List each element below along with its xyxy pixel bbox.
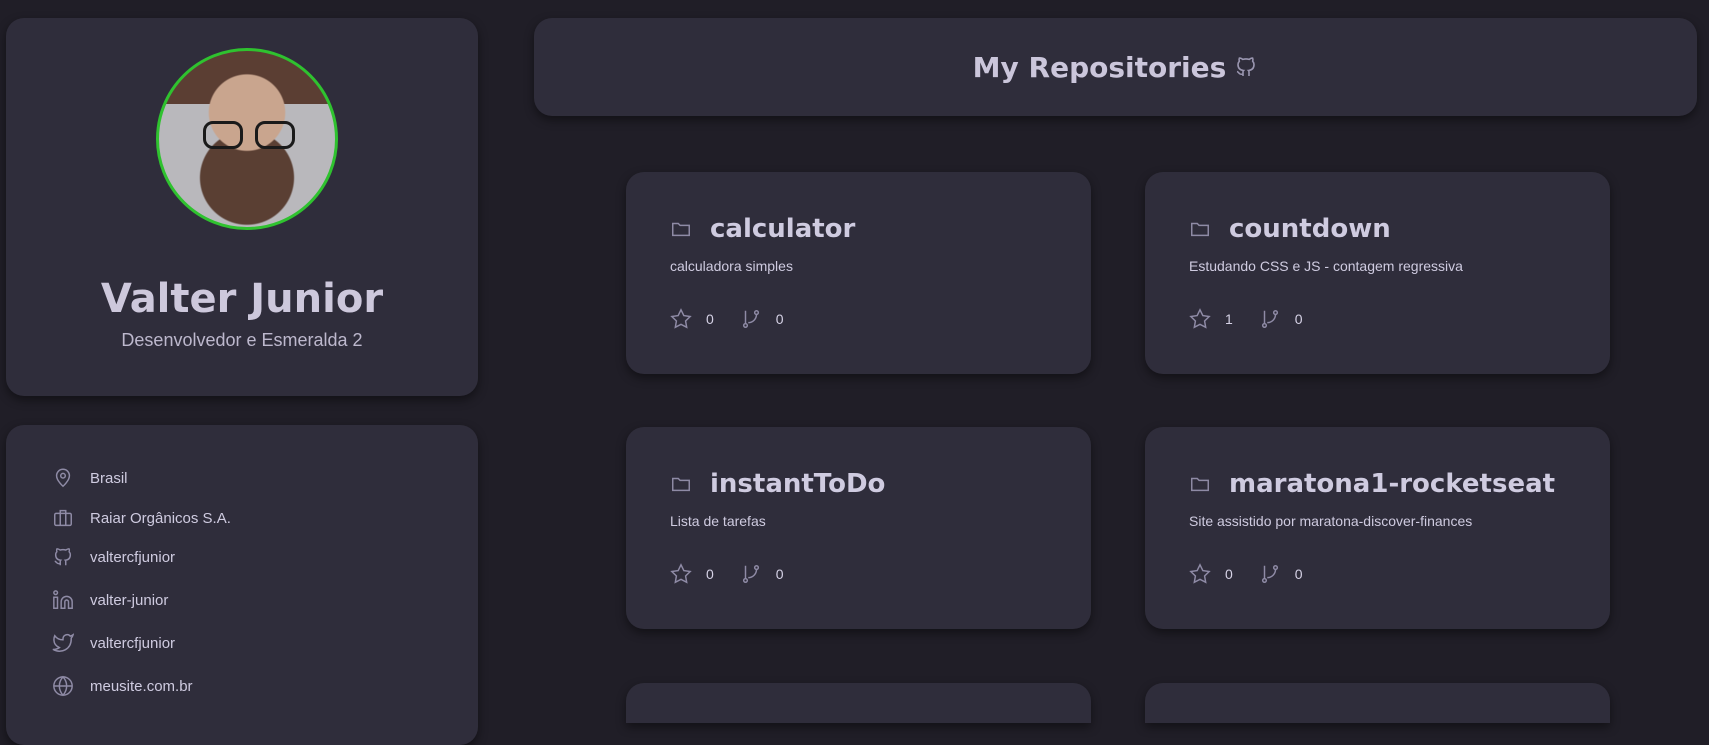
repositories-header: My Repositories: [534, 18, 1697, 116]
repo-stars: 0: [1225, 566, 1233, 582]
folder-icon: [672, 222, 690, 237]
info-twitter[interactable]: valtercfjunior: [52, 632, 175, 654]
globe-icon: [53, 675, 73, 697]
info-linkedin[interactable]: valter-junior: [52, 589, 168, 611]
repo-card[interactable]: calculator calculadora simples 0 0: [626, 172, 1091, 374]
star-icon: [1189, 308, 1211, 329]
git-branch-icon: [742, 565, 759, 583]
repo-name[interactable]: maratona1-rocketseat: [1229, 469, 1555, 499]
folder-icon: [672, 477, 690, 492]
repo-description: Site assistido por maratona-discover-fin…: [1189, 513, 1473, 529]
star-icon: [1189, 563, 1211, 584]
repo-card-partial[interactable]: [626, 683, 1091, 723]
linkedin-icon: [53, 590, 73, 609]
repo-name[interactable]: countdown: [1229, 214, 1391, 244]
repo-stars: 0: [706, 566, 714, 582]
repo-description: Lista de tarefas: [670, 513, 766, 529]
profile-card: Valter Junior Desenvolvedor e Esmeralda …: [6, 18, 478, 396]
info-website-text[interactable]: meusite.com.br: [90, 678, 193, 695]
repo-card[interactable]: maratona1-rocketseat Site assistido por …: [1145, 427, 1610, 629]
info-linkedin-text[interactable]: valter-junior: [90, 592, 168, 609]
twitter-icon: [52, 633, 74, 652]
git-branch-icon: [742, 310, 759, 328]
repo-card[interactable]: instantToDo Lista de tarefas 0 0: [626, 427, 1091, 629]
info-location-text: Brasil: [90, 469, 128, 487]
repo-card-partial[interactable]: [1145, 683, 1610, 723]
repo-stats: 0 0: [670, 308, 810, 330]
repo-card[interactable]: countdown Estudando CSS e JS - contagem …: [1145, 172, 1610, 374]
info-company: Raiar Orgânicos S.A.: [52, 507, 231, 529]
profile-name: Valter Junior: [100, 276, 384, 322]
page-title: My Repositories: [972, 50, 1227, 84]
star-icon: [670, 563, 692, 584]
info-website[interactable]: meusite.com.br: [52, 675, 193, 697]
folder-icon: [1191, 222, 1209, 237]
avatar: [156, 48, 338, 230]
info-company-text: Raiar Orgânicos S.A.: [90, 509, 231, 527]
profile-role: Desenvolvedor e Esmeralda 2: [121, 330, 363, 350]
repo-stats: 0 0: [670, 563, 810, 585]
repo-name[interactable]: calculator: [710, 214, 855, 244]
repo-stars: 1: [1225, 311, 1233, 327]
repo-forks: 0: [775, 566, 784, 582]
github-icon: [1236, 57, 1256, 76]
briefcase-icon: [54, 509, 72, 527]
repo-name[interactable]: instantToDo: [710, 469, 885, 499]
repo-head: calculator: [670, 214, 855, 244]
avatar-glasses: [203, 121, 295, 149]
repo-head: instantToDo: [670, 469, 885, 499]
info-twitter-text[interactable]: valtercfjunior: [90, 635, 175, 652]
git-branch-icon: [1261, 310, 1278, 328]
github-icon: [54, 548, 72, 566]
map-pin-icon: [55, 468, 71, 488]
repo-description: Estudando CSS e JS - contagem regressiva: [1189, 258, 1463, 274]
repo-forks: 0: [1294, 566, 1303, 582]
git-branch-icon: [1261, 565, 1278, 583]
info-github[interactable]: valtercfjunior: [52, 546, 175, 568]
repo-head: maratona1-rocketseat: [1189, 469, 1555, 499]
repo-forks: 0: [1294, 311, 1303, 327]
repo-description: calculadora simples: [670, 258, 793, 274]
star-icon: [670, 308, 692, 329]
info-github-text[interactable]: valtercfjunior: [90, 549, 175, 566]
info-location: Brasil: [52, 467, 128, 489]
repo-stars: 0: [706, 311, 714, 327]
repo-stats: 0 0: [1189, 563, 1329, 585]
repo-forks: 0: [775, 311, 784, 327]
folder-icon: [1191, 477, 1209, 492]
repo-head: countdown: [1189, 214, 1391, 244]
info-card: Brasil Raiar Orgânicos S.A. valtercfjuni…: [6, 425, 478, 745]
repo-stats: 1 0: [1189, 308, 1329, 330]
